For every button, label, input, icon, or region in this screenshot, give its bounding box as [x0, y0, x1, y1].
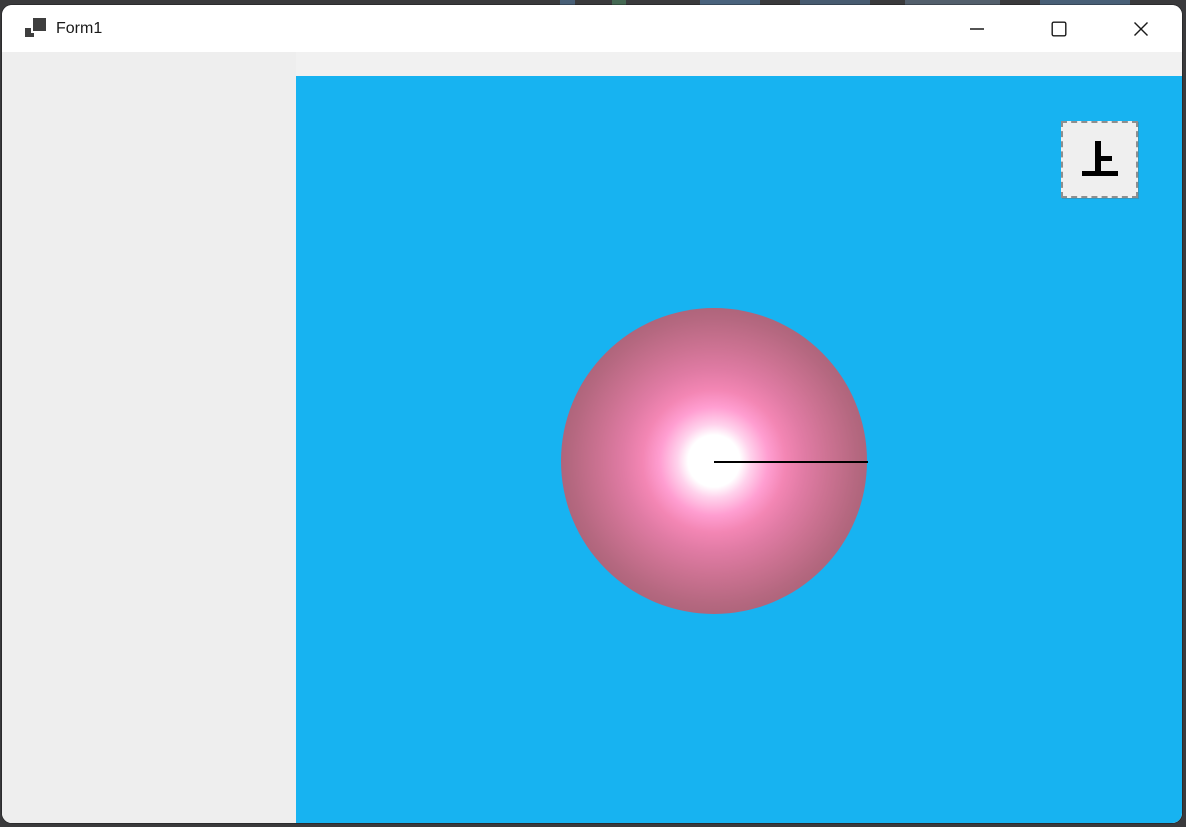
close-icon — [1133, 21, 1149, 37]
window-title: Form1 — [56, 20, 102, 38]
title-bar[interactable]: Form1 — [2, 5, 1182, 52]
app-icon-shape — [33, 18, 46, 31]
app-icon[interactable] — [25, 18, 47, 40]
up-button[interactable] — [1061, 121, 1138, 198]
maximize-button[interactable] — [1018, 5, 1100, 52]
render-canvas — [296, 76, 1182, 823]
close-button[interactable] — [1100, 5, 1182, 52]
radius-line — [714, 461, 868, 463]
left-panel — [2, 52, 296, 823]
minimize-icon — [969, 21, 985, 37]
app-window: Form1 — [2, 5, 1182, 823]
form-client-area — [2, 52, 1182, 823]
up-button-glyph-icon — [1078, 138, 1122, 182]
maximize-icon — [1051, 21, 1067, 37]
minimize-button[interactable] — [936, 5, 1018, 52]
